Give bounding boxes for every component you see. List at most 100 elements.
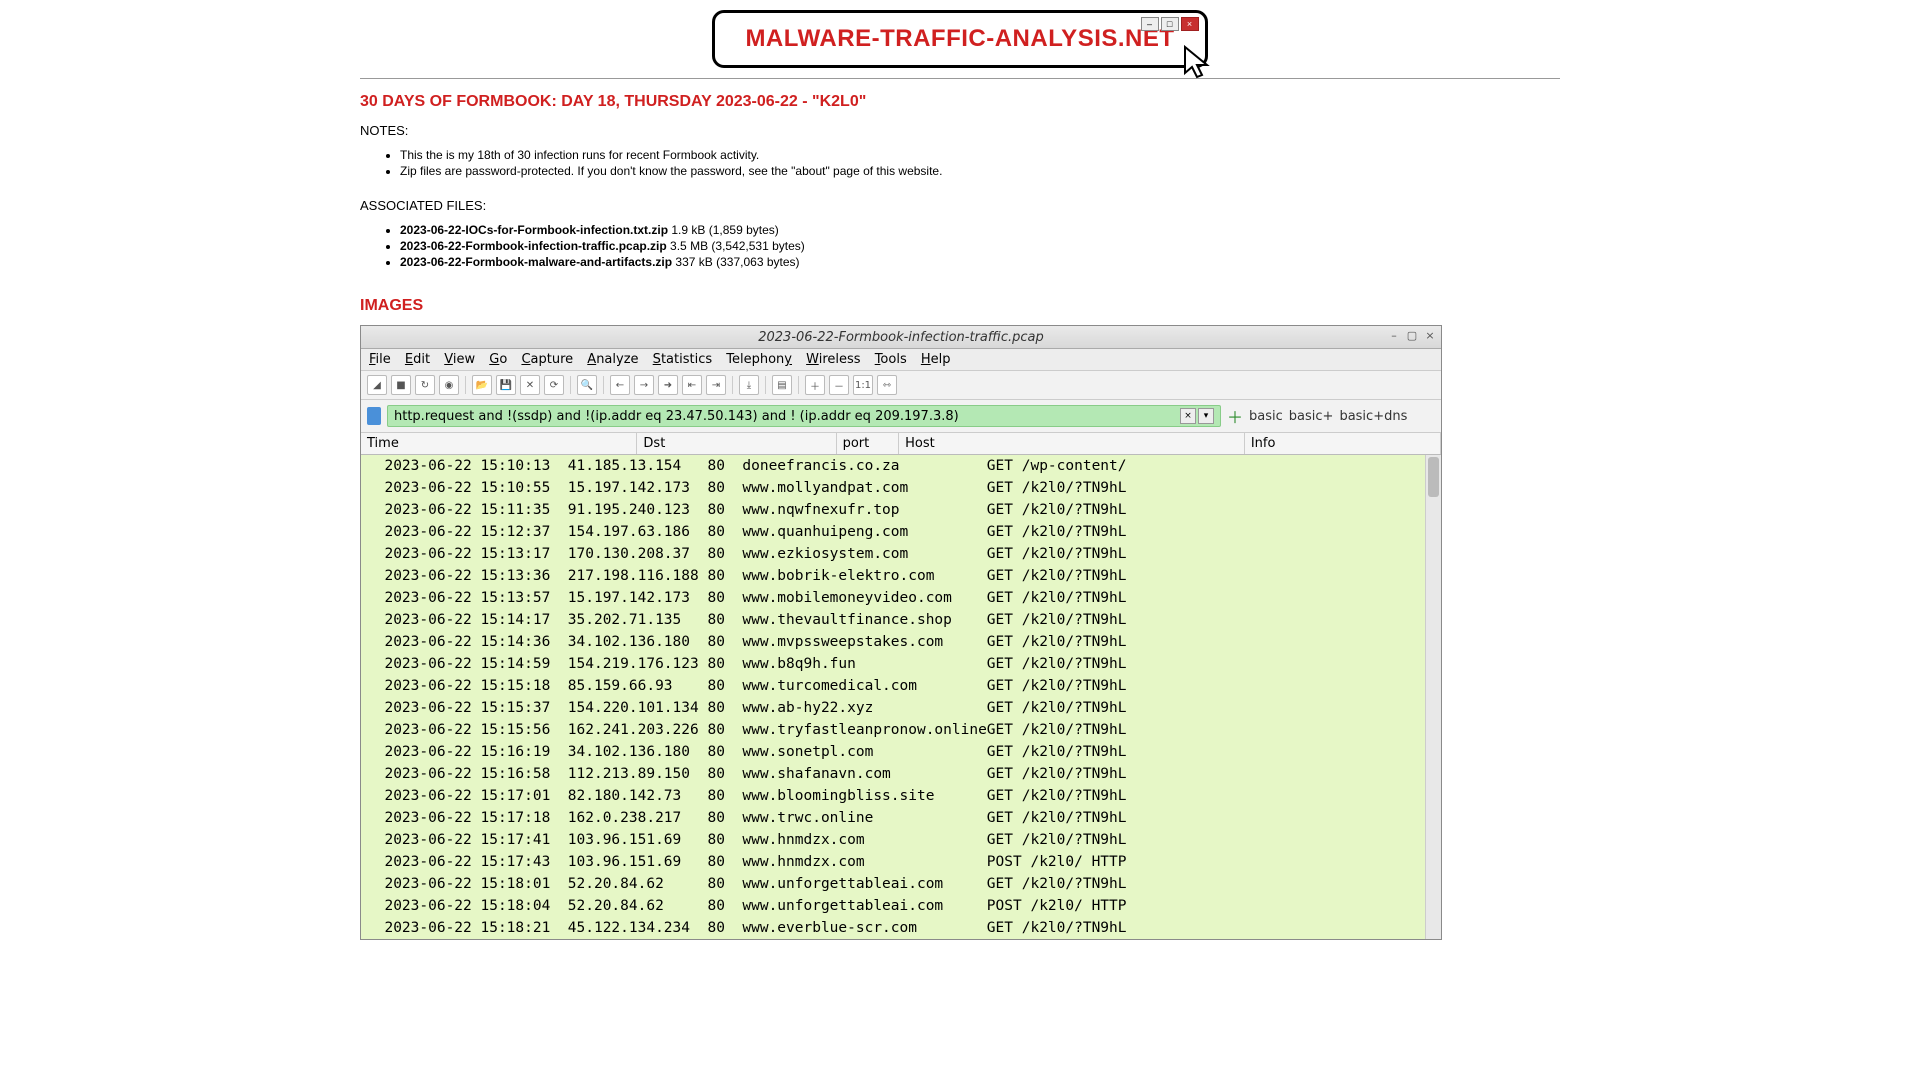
menu-file[interactable]: File: [369, 352, 391, 367]
reload-icon[interactable]: ⟳: [544, 375, 564, 395]
packet-row[interactable]: 2023-06-22 15:11:35 91.195.240.123 80 ww…: [361, 499, 1425, 521]
packet-row[interactable]: 2023-06-22 15:18:04 52.20.84.62 80 www.u…: [361, 895, 1425, 917]
filter-apply-icon[interactable]: ▾: [1198, 408, 1214, 424]
header-divider: [360, 78, 1560, 79]
packet-row[interactable]: 2023-06-22 15:14:59 154.219.176.123 80 w…: [361, 653, 1425, 675]
packet-row[interactable]: 2023-06-22 15:16:58 112.213.89.150 80 ww…: [361, 763, 1425, 785]
go-first-icon[interactable]: ⇤: [682, 375, 702, 395]
close-icon[interactable]: ×: [1423, 329, 1437, 342]
packet-row[interactable]: 2023-06-22 15:17:43 103.96.151.69 80 www…: [361, 851, 1425, 873]
zoom-in-icon[interactable]: ＋: [805, 375, 825, 395]
column-time[interactable]: Time: [361, 433, 637, 454]
images-heading: IMAGES: [360, 297, 1560, 315]
menu-go[interactable]: Go: [489, 352, 507, 367]
autoscroll-icon[interactable]: ⤓: [739, 375, 759, 395]
packet-row[interactable]: 2023-06-22 15:10:13 41.185.13.154 80 don…: [361, 455, 1425, 477]
open-icon[interactable]: 📂: [472, 375, 492, 395]
packet-row[interactable]: 2023-06-22 15:16:19 34.102.136.180 80 ww…: [361, 741, 1425, 763]
wireshark-column-headers: Time Dst port Host Info: [361, 433, 1441, 455]
minimize-icon[interactable]: –: [1387, 329, 1401, 342]
menu-tools[interactable]: Tools: [875, 352, 907, 367]
restart-capture-icon[interactable]: ↻: [415, 375, 435, 395]
filter-preset-basicdns[interactable]: basic+dns: [1339, 409, 1407, 424]
packet-row[interactable]: 2023-06-22 15:17:41 103.96.151.69 80 www…: [361, 829, 1425, 851]
toolbar-separator: [603, 376, 604, 394]
filter-bookmark-icon[interactable]: [367, 407, 381, 425]
logo-close-icon: ×: [1181, 17, 1199, 31]
files-list: 2023-06-22-IOCs-for-Formbook-infection.t…: [360, 223, 1560, 269]
wireshark-window: 2023-06-22-Formbook-infection-traffic.pc…: [360, 325, 1442, 940]
logo-text: MALWARE-TRAFFIC-ANALYSIS.NET: [745, 25, 1174, 52]
menu-edit[interactable]: Edit: [405, 352, 430, 367]
page-title: 30 DAYS OF FORMBOOK: DAY 18, THURSDAY 20…: [360, 93, 1560, 111]
column-dst[interactable]: Dst: [637, 433, 836, 454]
resize-columns-icon[interactable]: ⇿: [877, 375, 897, 395]
packet-row[interactable]: 2023-06-22 15:15:37 154.220.101.134 80 w…: [361, 697, 1425, 719]
toolbar-separator: [732, 376, 733, 394]
wireshark-title: 2023-06-22-Formbook-infection-traffic.pc…: [758, 330, 1044, 345]
packet-row[interactable]: 2023-06-22 15:17:01 82.180.142.73 80 www…: [361, 785, 1425, 807]
packet-list[interactable]: 2023-06-22 15:10:13 41.185.13.154 80 don…: [361, 455, 1425, 939]
file-meta: 3.5 MB (3,542,531 bytes): [667, 239, 805, 253]
go-forward-icon[interactable]: →: [634, 375, 654, 395]
wireshark-filterbar: http.request and !(ssdp) and !(ip.addr e…: [361, 400, 1441, 433]
menu-capture[interactable]: Capture: [521, 352, 573, 367]
packet-row[interactable]: 2023-06-22 15:17:18 162.0.238.217 80 www…: [361, 807, 1425, 829]
column-info[interactable]: Info: [1245, 433, 1441, 454]
maximize-icon[interactable]: ▢: [1405, 329, 1419, 342]
zoom-out-icon[interactable]: －: [829, 375, 849, 395]
filter-clear-icon[interactable]: ×: [1180, 408, 1196, 424]
menu-statistics[interactable]: Statistics: [653, 352, 712, 367]
scrollbar-thumb[interactable]: [1428, 457, 1439, 497]
packet-row[interactable]: 2023-06-22 15:13:36 217.198.116.188 80 w…: [361, 565, 1425, 587]
list-item: 2023-06-22-Formbook-malware-and-artifact…: [400, 255, 1560, 269]
notes-label: NOTES:: [360, 123, 1560, 138]
menu-telephony[interactable]: Telephony: [726, 352, 792, 367]
go-to-packet-icon[interactable]: ➜: [658, 375, 678, 395]
cursor-icon: [1179, 43, 1219, 83]
packet-row[interactable]: 2023-06-22 15:13:57 15.197.142.173 80 ww…: [361, 587, 1425, 609]
file-meta: 337 kB (337,063 bytes): [672, 255, 799, 269]
menu-analyze[interactable]: Analyze: [587, 352, 638, 367]
go-back-icon[interactable]: ←: [610, 375, 630, 395]
colorize-icon[interactable]: ▤: [772, 375, 792, 395]
filter-preset-basicplus[interactable]: basic+: [1289, 409, 1334, 424]
scrollbar[interactable]: [1425, 455, 1441, 939]
packet-row[interactable]: 2023-06-22 15:18:01 52.20.84.62 80 www.u…: [361, 873, 1425, 895]
site-logo[interactable]: – □ × MALWARE-TRAFFIC-ANALYSIS.NET: [360, 0, 1560, 78]
logo-max-icon: □: [1161, 17, 1179, 31]
column-host[interactable]: Host: [899, 433, 1245, 454]
packet-row[interactable]: 2023-06-22 15:14:17 35.202.71.135 80 www…: [361, 609, 1425, 631]
display-filter-input[interactable]: http.request and !(ssdp) and !(ip.addr e…: [387, 405, 1221, 427]
packet-row[interactable]: 2023-06-22 15:10:55 15.197.142.173 80 ww…: [361, 477, 1425, 499]
zoom-reset-icon[interactable]: 1:1: [853, 375, 873, 395]
packet-row[interactable]: 2023-06-22 15:15:56 162.241.203.226 80 w…: [361, 719, 1425, 741]
stop-capture-icon[interactable]: ■: [391, 375, 411, 395]
wireshark-menubar: File Edit View Go Capture Analyze Statis…: [361, 349, 1441, 371]
packet-row[interactable]: 2023-06-22 15:12:37 154.197.63.186 80 ww…: [361, 521, 1425, 543]
menu-wireless[interactable]: Wireless: [806, 352, 860, 367]
go-last-icon[interactable]: ⇥: [706, 375, 726, 395]
list-item: Zip files are password-protected. If you…: [400, 164, 1560, 178]
close-file-icon[interactable]: ✕: [520, 375, 540, 395]
list-item: 2023-06-22-IOCs-for-Formbook-infection.t…: [400, 223, 1560, 237]
options-icon[interactable]: ◉: [439, 375, 459, 395]
find-icon[interactable]: 🔍: [577, 375, 597, 395]
filter-preset-basic[interactable]: basic: [1249, 409, 1283, 424]
start-capture-icon[interactable]: ◢: [367, 375, 387, 395]
file-link[interactable]: 2023-06-22-Formbook-infection-traffic.pc…: [400, 239, 667, 253]
packet-row[interactable]: 2023-06-22 15:14:36 34.102.136.180 80 ww…: [361, 631, 1425, 653]
column-port[interactable]: port: [837, 433, 900, 454]
packet-row[interactable]: 2023-06-22 15:15:18 85.159.66.93 80 www.…: [361, 675, 1425, 697]
toolbar-separator: [765, 376, 766, 394]
file-link[interactable]: 2023-06-22-Formbook-malware-and-artifact…: [400, 255, 672, 269]
menu-help[interactable]: Help: [921, 352, 951, 367]
toolbar-separator: [798, 376, 799, 394]
menu-view[interactable]: View: [444, 352, 475, 367]
save-icon[interactable]: 💾: [496, 375, 516, 395]
packet-row[interactable]: 2023-06-22 15:18:21 45.122.134.234 80 ww…: [361, 917, 1425, 939]
packet-row[interactable]: 2023-06-22 15:13:17 170.130.208.37 80 ww…: [361, 543, 1425, 565]
filter-add-icon[interactable]: ＋: [1227, 404, 1243, 428]
logo-min-icon: –: [1141, 17, 1159, 31]
file-link[interactable]: 2023-06-22-IOCs-for-Formbook-infection.t…: [400, 223, 668, 237]
